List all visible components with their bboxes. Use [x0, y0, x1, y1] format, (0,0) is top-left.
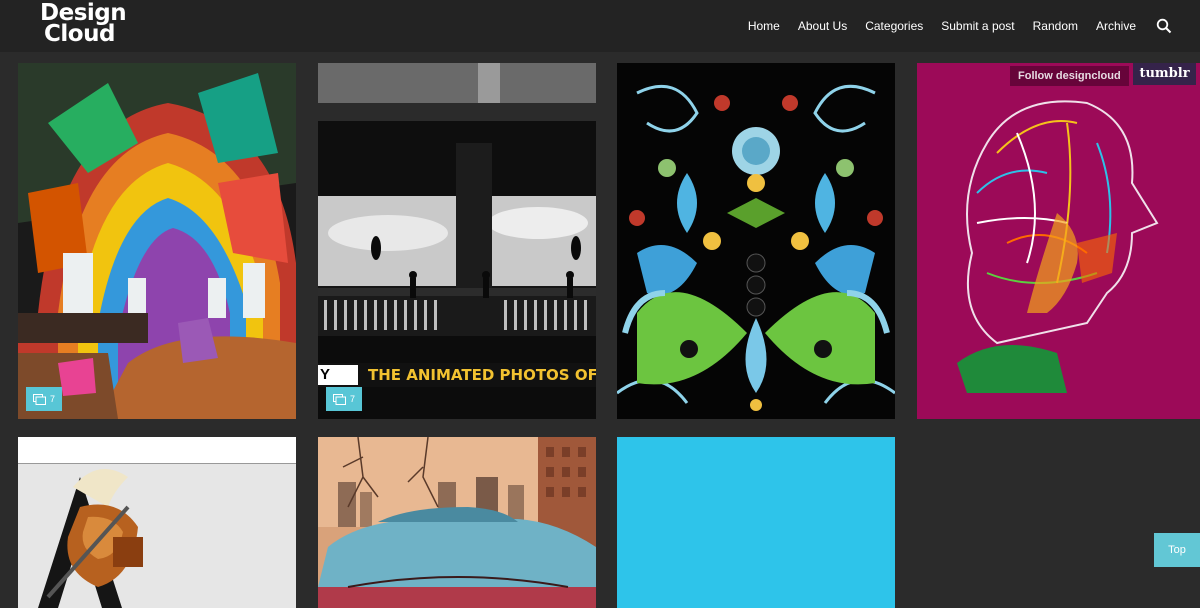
photos-icon — [32, 393, 46, 405]
church-image — [18, 63, 296, 419]
caption-bar: Y THE ANIMATED PHOTOS OF JU — [318, 363, 596, 387]
back-to-top-button[interactable]: Top — [1154, 533, 1200, 567]
logo-line-2: Cloud — [44, 21, 115, 47]
tumblr-logo-button[interactable]: tumblr — [1133, 63, 1196, 85]
site-header: Design Cloud Home About Us Categories Su… — [0, 0, 1200, 52]
vintage-car-image — [318, 437, 596, 608]
post-thumbnail-4[interactable]: Follow designcloud tumblr — [917, 63, 1200, 419]
post-thumbnail-1[interactable]: 7 — [18, 63, 296, 419]
warrior-image — [18, 437, 296, 608]
nav-random[interactable]: Random — [1033, 19, 1078, 33]
portrait-art-image — [917, 63, 1200, 419]
photos-icon — [332, 393, 346, 405]
follow-button[interactable]: Follow designcloud — [1010, 66, 1129, 86]
caption-text: THE ANIMATED PHOTOS OF JU — [368, 366, 596, 384]
photoset-badge: 7 — [26, 387, 62, 411]
caption-prefix: Y — [318, 365, 358, 385]
photoset-badge: 7 — [326, 387, 362, 411]
photo-count: 7 — [49, 394, 55, 404]
nav-home[interactable]: Home — [748, 19, 780, 33]
nav-submit-a-post[interactable]: Submit a post — [941, 19, 1014, 33]
search-icon[interactable] — [1156, 18, 1172, 34]
post-thumbnail-5[interactable] — [18, 437, 296, 608]
post-thumbnail-3[interactable] — [617, 63, 895, 419]
photo-count: 7 — [349, 394, 355, 404]
post-thumbnail-2[interactable]: Y THE ANIMATED PHOTOS OF JU 7 — [318, 63, 596, 419]
site-logo[interactable]: Design Cloud — [40, 2, 127, 47]
marbles-image — [617, 63, 895, 419]
nav-archive[interactable]: Archive — [1096, 19, 1136, 33]
post-thumbnail-6[interactable] — [318, 437, 596, 608]
nav-about-us[interactable]: About Us — [798, 19, 847, 33]
nav-categories[interactable]: Categories — [865, 19, 923, 33]
post-thumbnail-7[interactable] — [617, 437, 895, 608]
main-nav: Home About Us Categories Submit a post R… — [730, 0, 1136, 52]
